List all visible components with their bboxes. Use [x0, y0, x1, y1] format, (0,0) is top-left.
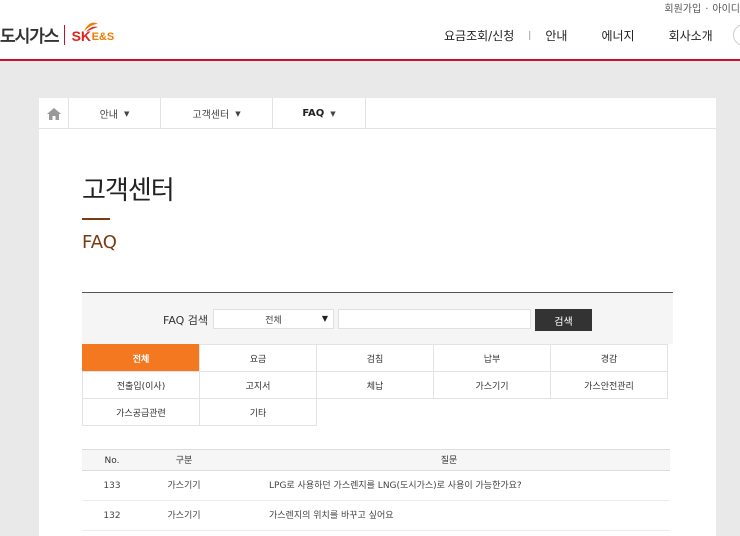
find-id-link[interactable]: 아이디: [712, 4, 740, 15]
row-no: 132: [103, 511, 121, 521]
nav-energy[interactable]: 에너지: [601, 27, 634, 44]
row-no: 133: [103, 481, 121, 491]
table-header: No. 구분 질문: [82, 449, 670, 471]
home-glyph: [46, 107, 61, 120]
breadcrumb: 안내 ▼ 고객센터 ▼ FAQ ▼: [39, 98, 716, 129]
nav-separator: |: [528, 30, 532, 41]
row-question-link[interactable]: 가스렌지의 위치를 바꾸고 싶어요: [269, 501, 394, 531]
nav-company[interactable]: 회사소개: [669, 27, 713, 44]
row-category: 가스기기: [167, 481, 201, 491]
breadcrumb-faq[interactable]: FAQ ▼: [273, 98, 366, 129]
chevron-down-icon: ▼: [321, 314, 328, 323]
table-row[interactable]: 133 가스기기 LPG로 사용하던 가스렌지를 LNG(도시가스)로 사용이 …: [82, 471, 670, 501]
search-input[interactable]: [338, 309, 531, 329]
category-tab-etc[interactable]: 기타: [199, 398, 317, 426]
header-no: No.: [104, 456, 120, 466]
brand-sk: SK: [71, 27, 92, 44]
breadcrumb-label: 안내: [99, 110, 118, 121]
caret-down-icon: ▼: [124, 109, 130, 118]
search-label: FAQ 검색: [163, 314, 209, 327]
category-tab-safety[interactable]: 가스안전관리: [550, 371, 668, 399]
page-title: 고객센터: [82, 176, 175, 206]
nav-guide[interactable]: 안내: [545, 27, 567, 44]
row-question-link[interactable]: LPG로 사용하던 가스렌지를 LNG(도시가스)로 사용이 가능한가요?: [269, 471, 522, 501]
select-value: 전체: [265, 315, 282, 326]
faq-search-box: FAQ 검색 전체 ▼ 검색: [82, 292, 673, 344]
breadcrumb-customer-center[interactable]: 고객센터 ▼: [161, 98, 273, 129]
signup-link[interactable]: 회원가입: [664, 4, 701, 15]
brand-es: E&S: [91, 30, 115, 43]
home-icon[interactable]: [39, 98, 69, 129]
caret-down-icon: ▼: [235, 109, 241, 118]
caret-down-icon: ▼: [330, 109, 336, 118]
category-tab-appliance[interactable]: 가스기기: [433, 371, 551, 399]
category-tab-moving[interactable]: 전출입(이사): [82, 371, 200, 399]
category-tab-discount[interactable]: 경감: [550, 344, 668, 372]
header-search-icon[interactable]: [733, 24, 740, 46]
table-row[interactable]: 132 가스기기 가스렌지의 위치를 바꾸고 싶어요: [82, 501, 670, 531]
category-tab-bill[interactable]: 고지서: [199, 371, 317, 399]
row-category: 가스기기: [167, 511, 201, 521]
page-subtitle: FAQ: [82, 232, 117, 253]
content-panel: 안내 ▼ 고객센터 ▼ FAQ ▼ 고객센터 FAQ FAQ 검색 전체 ▼ 검색 전…: [39, 98, 716, 536]
breadcrumb-guide[interactable]: 안내 ▼: [69, 98, 161, 129]
main-nav: 요금조회/신청 | 안내 에너지 회사소개: [444, 27, 713, 44]
top-links: 회원가입 · 아이디: [660, 0, 740, 15]
nav-billing[interactable]: 요금조회/신청: [444, 27, 514, 44]
category-tab-meter[interactable]: 검침: [316, 344, 434, 372]
search-button[interactable]: 검색: [535, 309, 592, 331]
faq-table: No. 구분 질문 133 가스기기 LPG로 사용하던 가스렌지를 LNG(도…: [82, 449, 670, 531]
sk-es-logo: SK E&S: [70, 22, 122, 46]
category-tab-all[interactable]: 전체: [82, 344, 200, 372]
title-underline: [82, 218, 110, 220]
site-logo[interactable]: 도시가스 SK E&S: [0, 22, 122, 47]
logo-divider: [63, 24, 65, 45]
site-header: 회원가입 · 아이디 도시가스 SK E&S 요금조회/신청 | 안내 에너지 회사…: [0, 0, 740, 61]
category-tab-arrears[interactable]: 체납: [316, 371, 434, 399]
breadcrumb-label: FAQ: [302, 108, 325, 119]
category-tab-fee[interactable]: 요금: [199, 344, 317, 372]
category-tab-payment[interactable]: 납부: [433, 344, 551, 372]
top-link-separator: ·: [705, 4, 709, 15]
search-category-select[interactable]: 전체 ▼: [213, 309, 334, 329]
category-tab-supply[interactable]: 가스공급관련: [82, 398, 200, 426]
logo-text: 도시가스: [0, 27, 60, 47]
header-question: 질문: [440, 456, 458, 466]
breadcrumb-label: 고객센터: [192, 110, 230, 121]
header-category: 구분: [175, 456, 193, 466]
